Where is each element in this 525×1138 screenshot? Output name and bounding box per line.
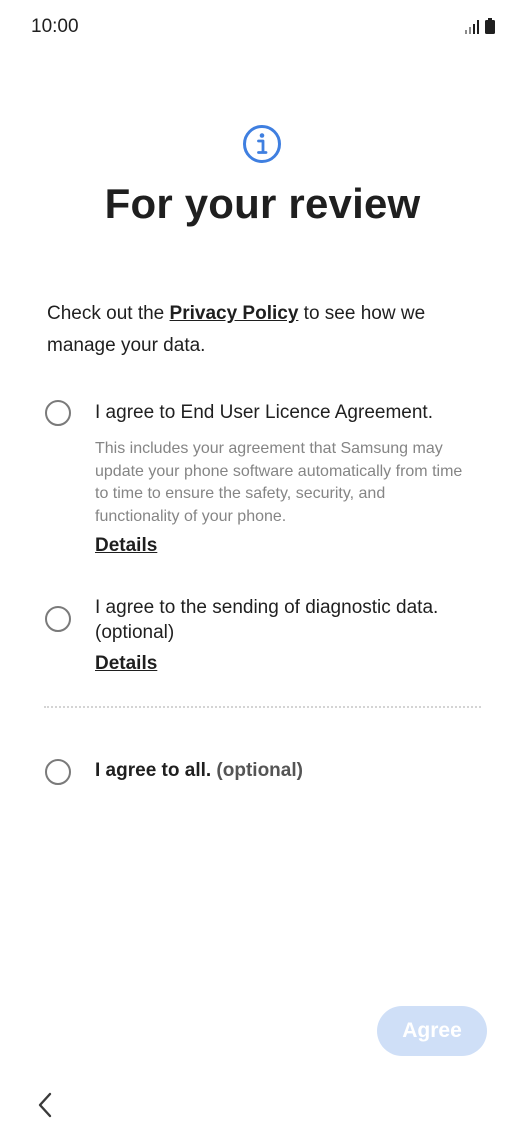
diagnostic-details-link[interactable]: Details bbox=[95, 653, 157, 675]
agree-all-optional: (optional) bbox=[211, 760, 303, 781]
agree-button[interactable]: Agree bbox=[377, 1006, 487, 1056]
status-icons bbox=[465, 18, 495, 34]
intro-prefix: Check out the bbox=[47, 303, 170, 324]
status-time: 10:00 bbox=[31, 16, 79, 37]
signal-icon bbox=[465, 20, 479, 34]
status-bar: 10:00 bbox=[0, 0, 525, 56]
battery-icon bbox=[485, 18, 495, 34]
info-icon bbox=[243, 125, 281, 163]
eula-radio[interactable] bbox=[45, 400, 71, 426]
agree-all-text: I agree to all. bbox=[95, 760, 212, 781]
diagnostic-label[interactable]: I agree to the sending of diagnostic dat… bbox=[95, 595, 470, 645]
diagnostic-radio[interactable] bbox=[45, 606, 71, 632]
back-button[interactable] bbox=[30, 1088, 60, 1122]
review-screen: 10:00 For your review Check out the Priv… bbox=[0, 0, 525, 1138]
eula-description: This includes your agreement that Samsun… bbox=[95, 440, 463, 525]
eula-label[interactable]: I agree to End User Licence Agreement. bbox=[95, 400, 433, 425]
intro-text: Check out the Privacy Policy to see how … bbox=[47, 298, 467, 362]
eula-details-link[interactable]: Details bbox=[95, 535, 157, 557]
dotted-divider bbox=[44, 706, 481, 708]
privacy-policy-link[interactable]: Privacy Policy bbox=[170, 303, 299, 324]
chevron-left-icon bbox=[38, 1092, 52, 1118]
agree-all-radio[interactable] bbox=[45, 759, 71, 785]
agree-all-label[interactable]: I agree to all. (optional) bbox=[95, 760, 303, 782]
page-title: For your review bbox=[104, 180, 421, 227]
